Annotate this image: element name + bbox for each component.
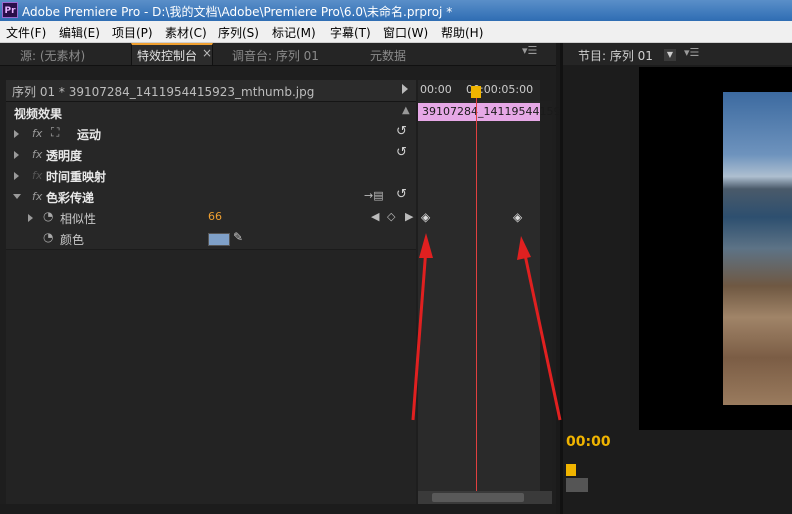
annotation-arrows (411, 233, 562, 421)
annotation-arrow-line (411, 247, 428, 421)
annotation-arrow-line (522, 249, 562, 421)
annotation-arrow-head (517, 236, 531, 260)
annotation-arrow-head (419, 233, 433, 258)
